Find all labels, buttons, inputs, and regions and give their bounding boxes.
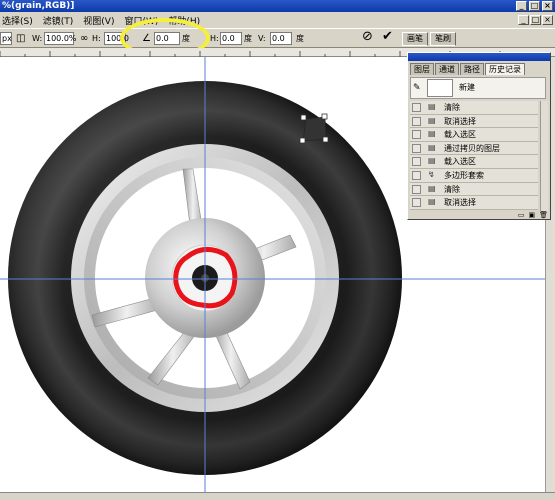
history-brush-source-checkbox[interactable] [412, 184, 421, 194]
menu-bar: 选择(S) 滤镜(T) 视图(V) 窗口(W) 帮助(H) _ □ × [0, 12, 555, 28]
panel-title-bar[interactable] [408, 53, 550, 61]
history-item[interactable]: ▤ 载入选区 [410, 128, 538, 142]
trash-icon[interactable]: 🗑 [539, 211, 548, 219]
h-skew-unit: 度 [244, 34, 252, 43]
history-item[interactable]: ▤ 载入选区 [410, 155, 538, 169]
history-step-icon: ▤ [428, 115, 436, 125]
h-skew-input[interactable]: 0.0 [220, 32, 242, 45]
title-bar: %(grain,RGB)] _ □ × [0, 0, 555, 12]
commit-transform-icon[interactable]: ✔ [382, 30, 393, 43]
height-label: H: [92, 34, 101, 43]
history-brush-source-checkbox[interactable] [412, 130, 421, 140]
tab-history[interactable]: 历史记录 [485, 63, 525, 75]
palette-tab-brushes[interactable]: 笔刷 [430, 32, 456, 46]
close-button[interactable]: × [542, 1, 553, 11]
minimize-button[interactable]: _ [516, 1, 527, 11]
lasso-icon: ↯ [428, 169, 435, 179]
history-step-icon: ▤ [428, 142, 436, 152]
history-item[interactable]: ▤ 清除 [410, 182, 538, 197]
history-panel-footer: ▭ ▣ 🗑 [410, 211, 548, 219]
history-brush-source-checkbox[interactable] [412, 103, 421, 112]
doc-minimize-button[interactable]: _ [518, 15, 529, 25]
status-bar [0, 492, 555, 500]
link-icon[interactable]: ∞ [80, 33, 88, 44]
history-brush-source-checkbox[interactable] [412, 143, 421, 153]
history-brush-source-checkbox[interactable] [412, 170, 421, 180]
history-brush-source-checkbox[interactable] [412, 116, 421, 126]
history-item[interactable]: ▤ 取消选择 [410, 114, 538, 129]
x-unit-field[interactable]: px [0, 32, 12, 45]
reference-point-icon: ◫ [16, 33, 26, 44]
history-brush-source-checkbox[interactable] [412, 157, 421, 167]
doc-restore-button[interactable]: □ [530, 15, 541, 25]
history-step-icon: ▤ [428, 129, 436, 139]
document-controls: _ □ × [518, 14, 553, 25]
menu-select[interactable]: 选择(S) [2, 14, 33, 27]
history-step-icon: ▤ [428, 156, 436, 166]
doc-close-button[interactable]: × [542, 15, 553, 25]
history-item[interactable]: ▤ 取消选择 [410, 196, 538, 210]
v-skew-input[interactable]: 0.0 [270, 32, 292, 45]
tab-layers[interactable]: 图层 [410, 63, 434, 75]
snapshot-label: 新建 [459, 83, 475, 92]
menu-filter[interactable]: 滤镜(T) [43, 14, 74, 27]
v-skew-label: V: [258, 34, 266, 43]
history-item[interactable]: ▤ 清除 [410, 101, 538, 115]
photoshop-window: %(grain,RGB)] _ □ × 选择(S) 滤镜(T) 视图(V) 窗口… [0, 0, 555, 500]
brush-source-icon[interactable]: ✎ [413, 83, 423, 93]
history-step-icon: ▤ [428, 183, 436, 193]
window-title: %(grain,RGB)] [2, 1, 75, 11]
window-controls: _ □ × [516, 0, 553, 11]
history-list: ▤ 清除 ▤ 取消选择 ▤ 载入选区 ▤ 通过拷贝的图层 ▤ 载入选区 ↯ 多边形套索 ▤ 清… [410, 101, 538, 211]
menu-view[interactable]: 视图(V) [83, 14, 114, 27]
history-brush-source-checkbox[interactable] [412, 198, 421, 208]
camera-icon[interactable]: ▣ [528, 211, 535, 219]
width-input[interactable]: 100.0% [44, 32, 77, 45]
v-skew-unit: 度 [296, 34, 304, 43]
snapshot-thumbnail [427, 79, 453, 97]
history-snapshot[interactable]: ✎ 新建 [410, 77, 546, 99]
panel-tabs: 图层 通道 路径 历史记录 [410, 63, 526, 75]
palette-well: 画笔 笔刷 [402, 32, 458, 46]
history-item[interactable]: ↯ 多边形套索 [410, 168, 538, 183]
history-panel: 图层 通道 路径 历史记录 ✎ 新建 ▤ 清除 ▤ 取消选择 ▤ 载入选区 ▤ 通过拷贝… [407, 52, 551, 220]
tab-channels[interactable]: 通道 [435, 63, 459, 75]
new-document-icon[interactable]: ▭ [518, 211, 525, 219]
palette-tab-brush[interactable]: 画笔 [402, 32, 428, 46]
width-label: W: [32, 34, 43, 43]
h-skew-label: H: [210, 34, 219, 43]
tab-paths[interactable]: 路径 [460, 63, 484, 75]
cancel-transform-icon[interactable]: ⊘ [362, 30, 373, 43]
history-step-icon: ▤ [428, 197, 436, 207]
history-item[interactable]: ▤ 通过拷贝的图层 [410, 141, 538, 156]
history-step-icon: ▤ [428, 102, 436, 111]
maximize-button[interactable]: □ [529, 1, 540, 11]
options-bar: px ◫ W: 100.0% ∞ H: 100.0 ∠ 0.0 度 H: 0.0… [0, 28, 555, 48]
history-scrollbar[interactable] [540, 101, 548, 211]
